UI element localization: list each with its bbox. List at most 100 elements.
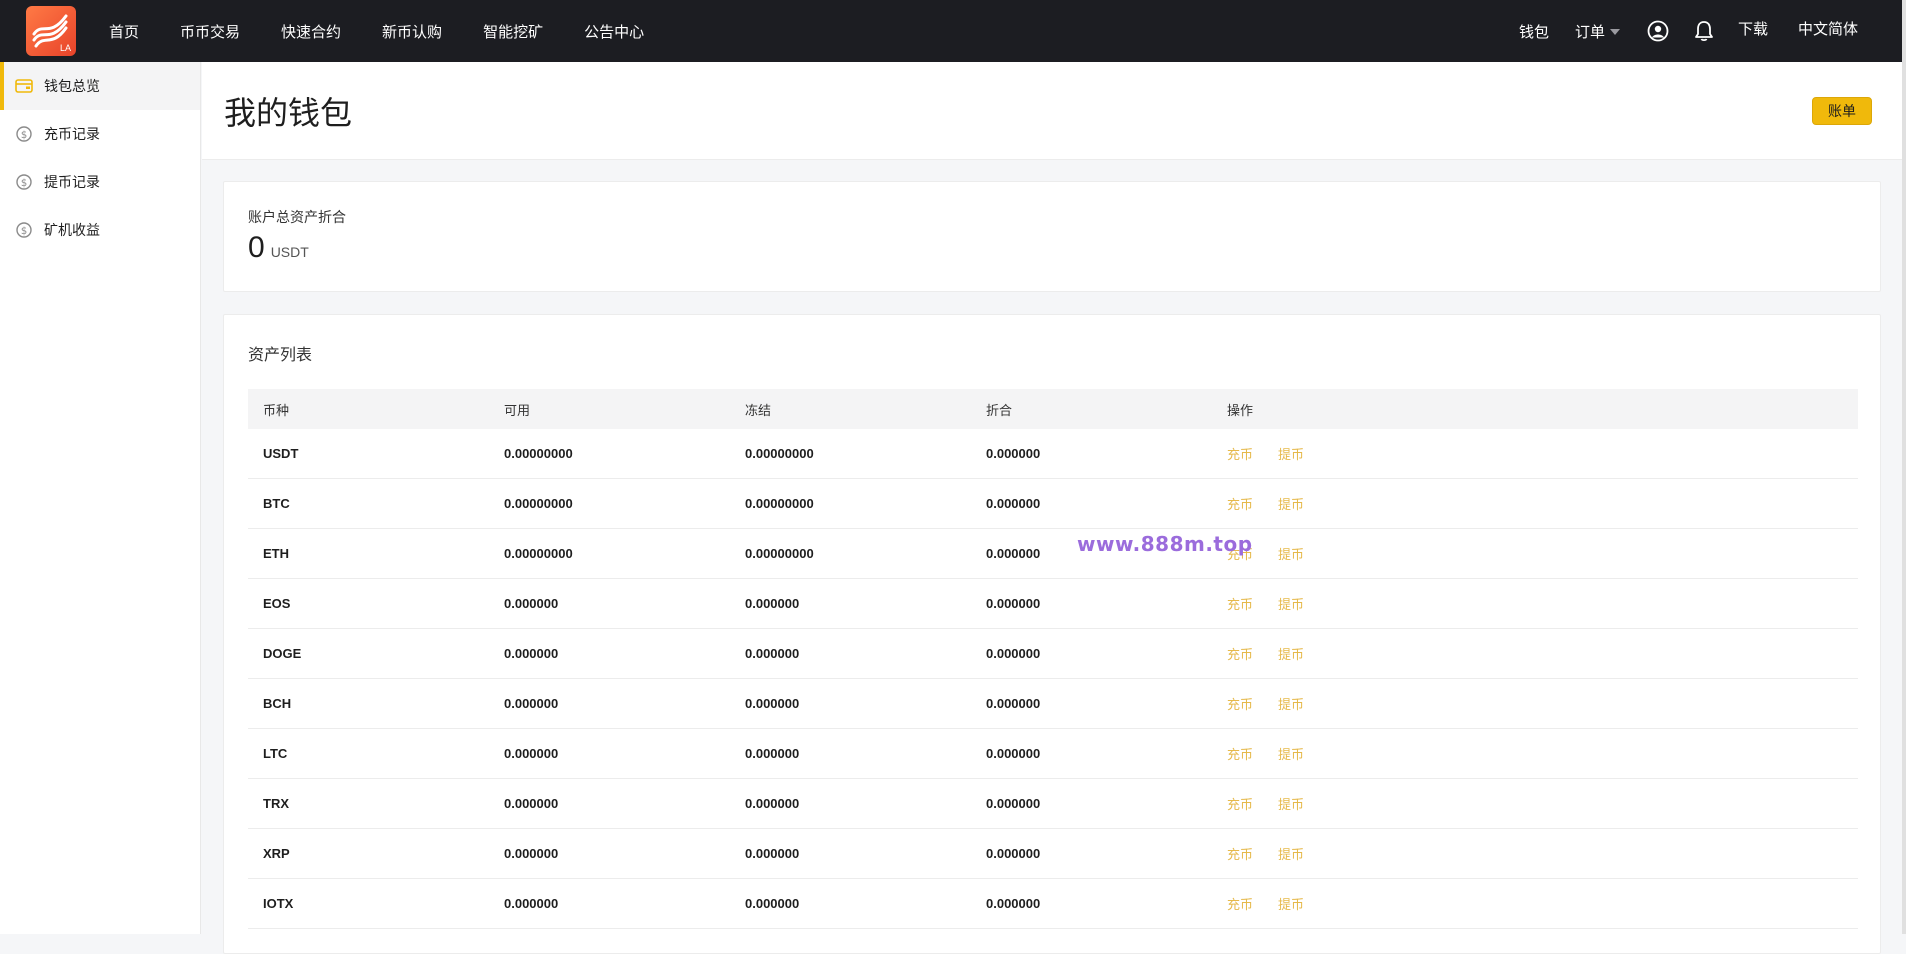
table-row: XRP 0.000000 0.000000 0.000000 充币 提币 <box>248 829 1858 879</box>
converted-cell: 0.000000 <box>986 596 1041 611</box>
asset-table: 币种 可用 冻结 折合 操作 USDT 0.00000000 0.00000000 0… <box>248 389 1858 929</box>
nav-smart-mining[interactable]: 智能挖矿 <box>483 21 543 42</box>
wallet-icon <box>15 77 33 95</box>
table-row: DOGE 0.000000 0.000000 0.000000 充币 提币 <box>248 629 1858 679</box>
table-row: BCH 0.000000 0.000000 0.000000 充币 提币 <box>248 679 1858 729</box>
user-account-icon[interactable] <box>1646 19 1670 43</box>
converted-cell: 0.000000 <box>986 646 1041 661</box>
available-cell: 0.00000000 <box>504 546 573 561</box>
main-content: 我的钱包 账单 账户总资产折合 0 USDT 资产列表 币种 可用 冻结 折合 … <box>202 62 1902 954</box>
nav-new-coin-subscription[interactable]: 新币认购 <box>382 21 442 42</box>
frozen-cell: 0.00000000 <box>745 446 814 461</box>
nav-quick-contract[interactable]: 快速合约 <box>281 21 341 42</box>
withdraw-link[interactable]: 提币 <box>1278 644 1304 663</box>
total-assets-label: 账户总资产折合 <box>248 209 346 225</box>
svg-text:$: $ <box>21 178 27 189</box>
coin-cell: USDT <box>263 446 299 461</box>
available-cell: 0.000000 <box>504 896 559 911</box>
column-header-available: 可用 <box>504 402 531 418</box>
sidebar: 钱包总览 $ 充币记录 $ 提币记录 $ 矿机收益 <box>0 62 201 934</box>
deposit-link[interactable]: 充币 <box>1227 694 1253 713</box>
withdraw-link[interactable]: 提币 <box>1278 444 1304 463</box>
operations-cell: 充币 提币 <box>1212 744 1858 763</box>
nav-orders-dropdown[interactable]: 订单 <box>1575 21 1620 42</box>
deposit-link[interactable]: 充币 <box>1227 594 1253 613</box>
withdraw-link[interactable]: 提币 <box>1278 894 1304 913</box>
nav-home[interactable]: 首页 <box>109 21 139 42</box>
withdraw-link[interactable]: 提币 <box>1278 744 1304 763</box>
nav-spot-trading[interactable]: 币币交易 <box>180 21 240 42</box>
language-selector[interactable]: 中文简体 <box>1798 18 1858 39</box>
deposit-link[interactable]: 充币 <box>1227 844 1253 863</box>
converted-cell: 0.000000 <box>986 896 1041 911</box>
available-cell: 0.000000 <box>504 596 559 611</box>
coin-cell: BTC <box>263 496 290 511</box>
sidebar-item-withdraw-records[interactable]: $ 提币记录 <box>0 158 200 206</box>
table-row: IOTX 0.000000 0.000000 0.000000 充币 提币 <box>248 879 1858 929</box>
sidebar-item-wallet-overview[interactable]: 钱包总览 <box>0 62 200 110</box>
dollar-circle-icon: $ <box>15 125 33 143</box>
top-navbar: LA 首页 币币交易 快速合约 新币认购 智能挖矿 公告中心 钱包 订单 下载 <box>0 0 1906 62</box>
frozen-cell: 0.000000 <box>745 596 800 611</box>
column-header-operations: 操作 <box>1227 402 1254 418</box>
withdraw-link[interactable]: 提币 <box>1278 544 1304 563</box>
table-row: TRX 0.000000 0.000000 0.000000 充币 提币 <box>248 779 1858 829</box>
notification-bell-icon[interactable] <box>1692 19 1716 43</box>
watermark-text: www.888m.top <box>1077 532 1253 556</box>
column-header-converted: 折合 <box>986 402 1013 418</box>
operations-cell: 充币 提币 <box>1212 894 1858 913</box>
withdraw-link[interactable]: 提币 <box>1278 694 1304 713</box>
asset-list-title: 资产列表 <box>248 347 313 364</box>
page-scrollbar[interactable] <box>1902 0 1906 934</box>
operations-cell: 充币 提币 <box>1212 594 1858 613</box>
withdraw-link[interactable]: 提币 <box>1278 794 1304 813</box>
withdraw-link[interactable]: 提币 <box>1278 844 1304 863</box>
page-title: 我的钱包 <box>224 94 353 131</box>
deposit-link[interactable]: 充币 <box>1227 494 1253 513</box>
table-header: 币种 可用 冻结 折合 操作 <box>248 389 1858 429</box>
withdraw-link[interactable]: 提币 <box>1278 594 1304 613</box>
coin-cell: IOTX <box>263 896 294 911</box>
operations-cell: 充币 提币 <box>1212 644 1858 663</box>
page-header: 我的钱包 账单 <box>202 62 1902 160</box>
coin-cell: ETH <box>263 546 289 561</box>
deposit-link[interactable]: 充币 <box>1227 894 1253 913</box>
frozen-cell: 0.000000 <box>745 746 800 761</box>
deposit-link[interactable]: 充币 <box>1227 444 1253 463</box>
sidebar-item-deposit-records[interactable]: $ 充币记录 <box>0 110 200 158</box>
total-assets-value: 0 <box>248 231 265 264</box>
nav-announcements[interactable]: 公告中心 <box>584 21 644 42</box>
available-cell: 0.000000 <box>504 796 559 811</box>
caret-down-icon <box>1609 29 1620 35</box>
table-row: BTC 0.00000000 0.00000000 0.000000 充币 提币 <box>248 479 1858 529</box>
main-nav: 首页 币币交易 快速合约 新币认购 智能挖矿 公告中心 <box>109 21 685 42</box>
nav-wallet[interactable]: 钱包 <box>1519 21 1549 42</box>
svg-text:$: $ <box>21 226 27 237</box>
bill-button[interactable]: 账单 <box>1812 96 1872 125</box>
operations-cell: 充币 提币 <box>1212 844 1858 863</box>
operations-cell: 充币 提币 <box>1212 494 1858 513</box>
operations-cell: 充币 提币 <box>1212 444 1858 463</box>
svg-text:$: $ <box>21 130 27 141</box>
frozen-cell: 0.000000 <box>745 646 800 661</box>
available-cell: 0.000000 <box>504 696 559 711</box>
deposit-link[interactable]: 充币 <box>1227 794 1253 813</box>
brand-logo[interactable]: LA <box>26 6 76 56</box>
deposit-link[interactable]: 充币 <box>1227 644 1253 663</box>
sidebar-item-label: 钱包总览 <box>44 78 100 94</box>
available-cell: 0.000000 <box>504 746 559 761</box>
operations-cell: 充币 提币 <box>1212 544 1858 563</box>
sidebar-item-mining-income[interactable]: $ 矿机收益 <box>0 206 200 254</box>
sidebar-item-label: 矿机收益 <box>44 222 100 238</box>
deposit-link[interactable]: 充币 <box>1227 744 1253 763</box>
converted-cell: 0.000000 <box>986 696 1041 711</box>
frozen-cell: 0.00000000 <box>745 496 814 511</box>
table-row: LTC 0.000000 0.000000 0.000000 充币 提币 <box>248 729 1858 779</box>
frozen-cell: 0.00000000 <box>745 546 814 561</box>
coin-cell: EOS <box>263 596 291 611</box>
frozen-cell: 0.000000 <box>745 896 800 911</box>
column-header-coin: 币种 <box>263 402 290 418</box>
nav-download[interactable]: 下载 <box>1738 18 1768 39</box>
total-assets-unit: USDT <box>270 244 309 260</box>
withdraw-link[interactable]: 提币 <box>1278 494 1304 513</box>
